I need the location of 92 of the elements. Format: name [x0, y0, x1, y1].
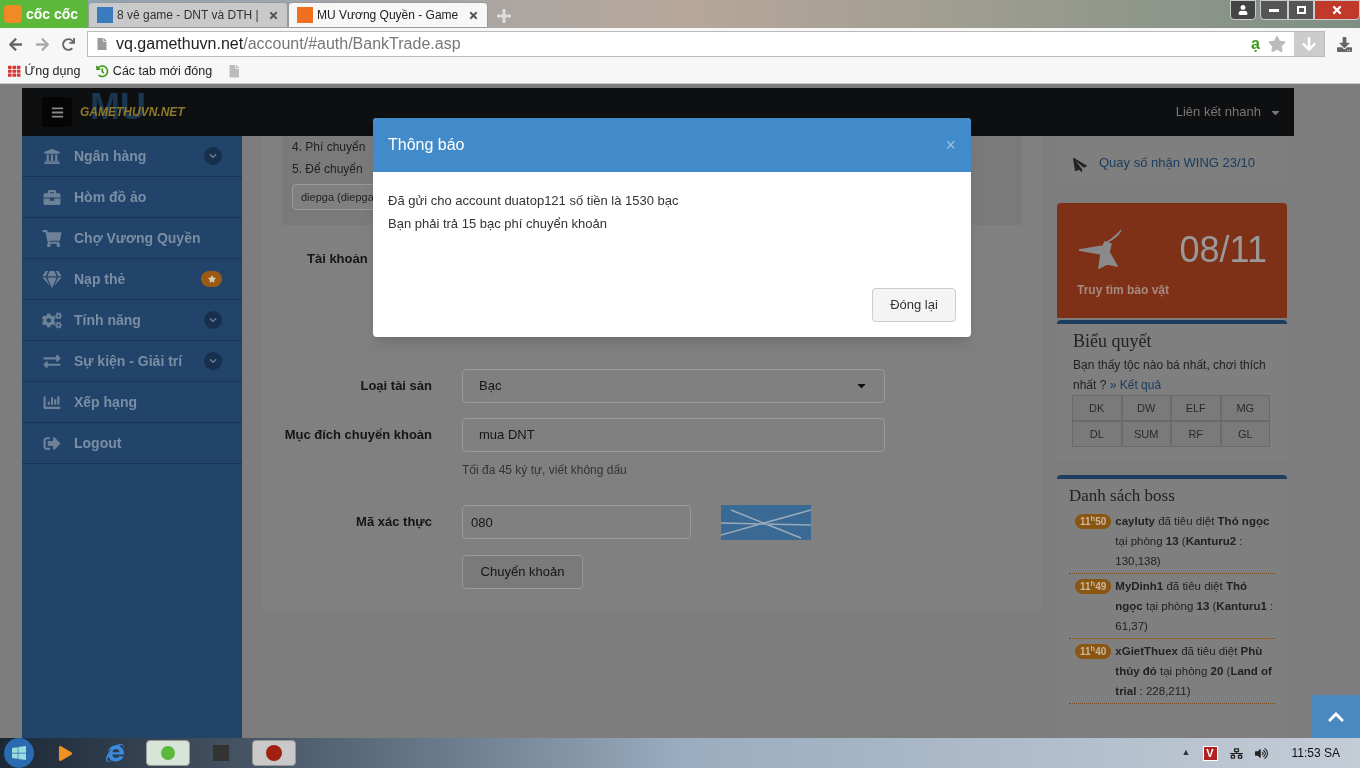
close-button[interactable]: Đóng lại: [872, 288, 956, 322]
browser-tab[interactable]: MU Vương Quyền - Game: [288, 2, 488, 28]
browser-logo[interactable]: cốc cốc: [0, 0, 88, 28]
sidebar-item[interactable]: Logout: [22, 423, 242, 464]
vote-option[interactable]: DW: [1121, 395, 1171, 421]
menu-button[interactable]: [42, 97, 72, 127]
event-title: Truy tìm bảo vật: [1077, 282, 1171, 299]
tray-badge[interactable]: V: [1202, 745, 1218, 761]
vote-option[interactable]: ELF: [1171, 395, 1221, 421]
close-icon[interactable]: [268, 9, 279, 21]
volume-icon[interactable]: [1254, 746, 1268, 760]
quick-links-menu[interactable]: Liên kết nhanh: [1175, 102, 1282, 122]
clock[interactable]: 11:53 SA: [1291, 744, 1340, 762]
site-icon: [297, 7, 313, 23]
typing-icon[interactable]: ạ: [1251, 32, 1260, 56]
vote-option[interactable]: MG: [1220, 395, 1270, 421]
transfer-button[interactable]: Chuyển khoản: [462, 554, 583, 589]
time-badge: 11$^{h}$50: [1075, 513, 1112, 529]
vote-title: Biểu quyết: [1073, 330, 1153, 353]
event-date: 08/11: [1179, 228, 1267, 272]
vote-option[interactable]: DK: [1072, 395, 1122, 421]
field-label: Mục đích chuyển khoản: [283, 425, 433, 444]
boss-entry: xGietThuex đã tiêu diệt Phù thủy đỏ tại phòng 20 (Land of trial : 228,211): [1115, 643, 1273, 699]
download-icon[interactable]: [1337, 36, 1352, 52]
message-text: Đã gửi cho account duatop121 số tiền là 1530 bạc: [388, 192, 680, 210]
event-link[interactable]: Quay số nhận WING 23/10: [1099, 152, 1256, 172]
sidebar-item[interactable]: Xếp hạng: [22, 382, 242, 423]
network-icon[interactable]: [1229, 746, 1243, 760]
sidebar-icon: [42, 229, 62, 247]
sidebar-icon: [42, 311, 62, 329]
close-icon[interactable]: [1314, 0, 1360, 20]
chevron-icon: [204, 147, 222, 165]
tray-arrow[interactable]: ▲: [1181, 746, 1191, 760]
reload-icon[interactable]: [62, 37, 75, 51]
sidebar-icon: [42, 434, 62, 452]
sidebar-icon: [42, 147, 62, 165]
bookmark[interactable]: Các tab mới đóng: [96, 62, 213, 81]
message-text: Bạn phải trả 15 bạc phí chuyển khoản: [388, 215, 608, 233]
chevron-icon: [204, 352, 222, 370]
results-link[interactable]: » Kết quả: [1109, 378, 1162, 392]
sidebar-icon: [42, 188, 62, 206]
history-icon: [96, 65, 109, 78]
boss-entry: cayluty đã tiêu diệt Thỏ ngọc tại phòng 13 (Kanturu2 : 130,138): [1115, 513, 1271, 569]
time-badge: 11$^{h}$40: [1075, 643, 1112, 659]
user-icon[interactable]: [1230, 0, 1256, 20]
sidebar-item[interactable]: Chợ Vương Quyền: [22, 218, 242, 259]
site-icon: [97, 7, 113, 23]
field-label: Tài khoản: [307, 250, 369, 268]
bookmark[interactable]: Ứng dụng: [8, 62, 81, 81]
menu-icon: [50, 105, 64, 119]
asset-select[interactable]: Bạc: [462, 368, 885, 403]
boss-title: Danh sách boss: [1069, 485, 1176, 507]
dialog-title: Thông báo: [388, 135, 465, 155]
sidebar-item[interactable]: Nạp thẻ: [22, 259, 242, 300]
sidebar-item[interactable]: Hòm đồ ảo: [22, 177, 242, 218]
vote-option[interactable]: DL: [1072, 421, 1122, 447]
sidebar-item[interactable]: Sự kiện - Giải trí: [22, 341, 242, 382]
field-label: Loại tài sản: [359, 376, 433, 395]
game-icon[interactable]: [252, 740, 296, 766]
browser-tab[interactable]: 8 vê game - DNT và DTH |: [88, 2, 288, 28]
hint-text: Tối đa 45 ký tự, viết không dấu: [462, 461, 628, 479]
page-icon: [96, 38, 108, 50]
close-icon[interactable]: ×: [945, 131, 956, 159]
star-badge: [201, 271, 222, 287]
field-label: Mã xác thực: [355, 513, 433, 532]
note-text: 5. Để chuyển: [292, 161, 363, 178]
event-card[interactable]: 08/11 Truy tìm bảo vật: [1057, 203, 1287, 318]
time-badge: 11$^{h}$49: [1075, 578, 1112, 594]
purpose-field[interactable]: mua DNT: [462, 417, 885, 452]
back-icon[interactable]: [8, 36, 23, 52]
vote-option[interactable]: SUM: [1121, 421, 1171, 447]
minimize-icon[interactable]: [1260, 0, 1288, 20]
vote-option[interactable]: GL: [1220, 421, 1270, 447]
plane-icon: [1073, 158, 1087, 172]
start-button[interactable]: [4, 738, 34, 768]
address-field[interactable]: vq.gamethuvn.net/account/#auth/BankTrade.asp ạ: [87, 31, 1325, 57]
vote-option[interactable]: RF: [1171, 421, 1221, 447]
apps-grid-icon: [8, 65, 21, 78]
sidebar-icon: [42, 270, 62, 288]
chevron-icon: [204, 311, 222, 329]
sidebar-item[interactable]: Tính năng: [22, 300, 242, 341]
windows-logo-icon: [11, 745, 27, 761]
vote-question: Bạn thấy tộc nào bá nhất, chơi thích nhất ? » Kết quả: [1073, 357, 1267, 394]
note-text: 4. Phí chuyển: [292, 139, 366, 156]
boss-entry: MyDinh1 đã tiêu diệt Thỏ ngọc tại phòng 13 (Kanturu1 : 61,37): [1115, 578, 1275, 634]
sidebar-item[interactable]: Ngân hàng: [22, 136, 242, 177]
sidebar-icon: [42, 352, 62, 370]
captcha-field[interactable]: 080: [462, 505, 691, 539]
close-icon[interactable]: [468, 9, 479, 21]
bookmark-star-icon[interactable]: [1268, 35, 1286, 53]
restore-icon[interactable]: [1288, 0, 1314, 20]
sidebar-icon: [42, 393, 62, 411]
